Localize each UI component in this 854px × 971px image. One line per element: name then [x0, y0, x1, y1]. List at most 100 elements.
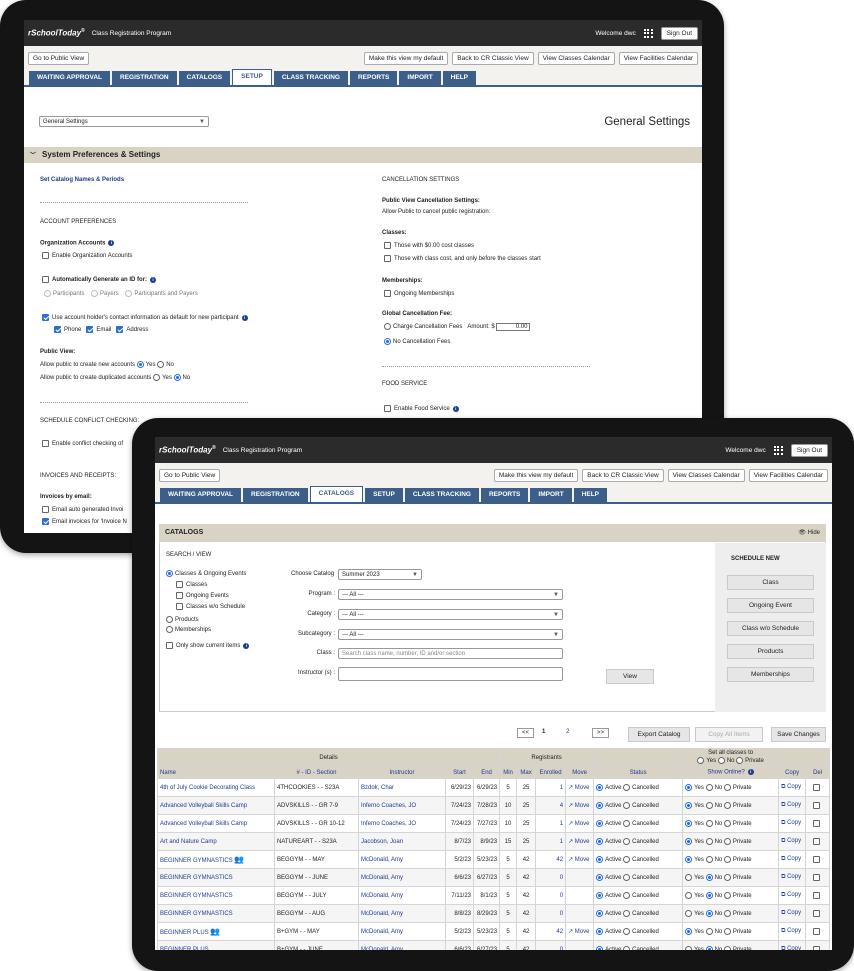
copy-link[interactable]: ⧉ Copy [778, 778, 807, 797]
tab-registration[interactable]: REGISTRATION [112, 71, 177, 85]
move-cell[interactable]: ↗ Move [565, 922, 595, 941]
classes-calendar-button[interactable]: View Classes Calendar [667, 468, 745, 482]
move-cell[interactable]: ↗ Move [565, 796, 595, 815]
status-radios[interactable]: Active Cancelled [593, 868, 684, 887]
delete-checkbox[interactable] [805, 832, 831, 851]
instructor-link[interactable]: Jacobson, Joan [358, 832, 446, 851]
auto-id-options[interactable]: Participants Payers Participants and Pay… [44, 290, 198, 297]
col-name[interactable]: Name [157, 766, 275, 779]
facilities-calendar-button[interactable]: View Facilities Calendar [618, 51, 698, 65]
show-online-radios[interactable]: Yes No Private [682, 940, 780, 950]
tab-help[interactable]: HELP [573, 488, 608, 502]
use-contact-checkbox[interactable]: Use account holder's contact information… [42, 314, 248, 321]
delete-checkbox[interactable] [805, 922, 831, 941]
set-all-header[interactable]: Set all classes to Yes No Private [682, 748, 780, 767]
show-online-radios[interactable]: Yes No Private [682, 868, 780, 887]
info-icon[interactable]: i [243, 642, 250, 649]
move-link[interactable]: Move [575, 839, 590, 845]
move-cell[interactable]: ↗ Move [565, 832, 595, 851]
col-start[interactable]: Start [445, 766, 474, 779]
auto-id-checkbox[interactable]: Automatically Generate an ID for: i [42, 276, 157, 283]
class-name-link[interactable]: BEGINNER GYMNASTICS [157, 886, 275, 905]
status-radios[interactable]: Active Cancelled [593, 778, 684, 797]
tab-help[interactable]: HELP [442, 71, 477, 85]
copy-link[interactable]: ⧉ Copy [778, 796, 807, 815]
allow-new-accounts[interactable]: Allow public to create new accounts Yes … [40, 361, 174, 368]
enrolled-link[interactable]: 1 [535, 814, 567, 833]
charge-fee-radio[interactable]: Charge Cancellation Fees Amount: $ 0.00 [384, 323, 531, 332]
tab-reports[interactable]: REPORTS [480, 488, 529, 502]
allow-dup-accounts[interactable]: Allow public to create duplicated accoun… [40, 374, 190, 381]
system-prefs-header[interactable]: ﹀ System Preferences & Settings [24, 147, 702, 163]
apps-grid-icon[interactable] [773, 445, 783, 455]
sign-out-button[interactable]: Sign Out [790, 443, 828, 457]
class-name-link[interactable]: BEGINNER GYMNASTICS [157, 904, 275, 923]
instructor-link[interactable]: McDonald, Amy [358, 868, 446, 887]
status-radios[interactable]: Active Cancelled [593, 922, 684, 941]
move-cell[interactable] [565, 940, 595, 950]
move-cell[interactable] [565, 886, 595, 905]
copy-link[interactable]: ⧉ Copy [778, 868, 807, 887]
class-search-input[interactable]: Search class name, number, ID and/or sec… [338, 648, 563, 659]
info-icon[interactable]: i [150, 276, 157, 283]
status-radios[interactable]: Active Cancelled [593, 886, 684, 905]
copy-link[interactable]: ⧉ Copy [778, 850, 807, 869]
copy-link[interactable]: ⧉ Copy [778, 904, 807, 923]
col-enrolled[interactable]: Enrolled [535, 766, 567, 779]
export-catalog-button[interactable]: Export Catalog [628, 727, 690, 742]
delete-checkbox[interactable] [805, 814, 831, 833]
class-name-link[interactable]: Advanced Volleyball Skills Camp [157, 814, 275, 833]
save-changes-button[interactable]: Save Changes [771, 727, 826, 742]
info-icon[interactable]: i [108, 240, 115, 246]
move-cell[interactable] [565, 868, 595, 887]
status-radios[interactable]: Active Cancelled [593, 850, 684, 869]
info-icon[interactable]: i [747, 769, 754, 776]
enrolled-link[interactable]: 42 [535, 922, 567, 941]
sign-out-button[interactable]: Sign Out [660, 26, 698, 40]
enrolled-link[interactable]: 1 [535, 832, 567, 851]
status-radios[interactable]: Active Cancelled [593, 796, 684, 815]
instructor-link[interactable]: McDonald, Amy [358, 940, 446, 950]
amount-input[interactable]: 0.00 [496, 323, 531, 332]
info-icon[interactable]: i [452, 405, 459, 412]
public-view-button[interactable]: Go to Public View [28, 51, 90, 65]
move-cell[interactable]: ↗ Move [565, 814, 595, 833]
class-name-link[interactable]: 4th of July Cookie Decorating Class [157, 778, 275, 797]
settings-dropdown[interactable]: General Settings ▼ [39, 116, 209, 127]
email-auto-checkbox[interactable]: Email auto generated Invoi [42, 506, 123, 513]
show-online-radios[interactable]: Yes No Private [682, 796, 780, 815]
show-online-radios[interactable]: Yes No Private [682, 922, 780, 941]
tab-reports[interactable]: REPORTS [349, 71, 398, 85]
move-cell[interactable]: ↗ Move [565, 850, 595, 869]
info-icon[interactable]: i [241, 314, 248, 321]
cost-only-checkbox[interactable]: Those with class cost, and only before t… [384, 255, 541, 262]
instructor-link[interactable]: Inferno Coaches, JO [358, 814, 446, 833]
contact-options[interactable]: Phone Email Address [54, 326, 148, 333]
class-name-link[interactable]: BEGINNER GYMNASTICS [157, 868, 275, 887]
instructor-link[interactable]: McDonald, Amy [358, 922, 446, 941]
delete-checkbox[interactable] [805, 886, 831, 905]
col-min[interactable]: Min [499, 766, 518, 779]
products-radio[interactable]: Products [166, 616, 199, 623]
move-link[interactable]: Move [575, 821, 590, 827]
back-classic-button[interactable]: Back to CR Classic View [582, 468, 664, 482]
class-name-link[interactable]: Advanced Volleyball Skills Camp [157, 796, 275, 815]
catalog-select[interactable]: Summer 2023 ▼ [338, 569, 422, 580]
make-default-button[interactable]: Make this view my default [493, 468, 579, 482]
move-link[interactable]: Move [575, 785, 590, 791]
delete-checkbox[interactable] [805, 850, 831, 869]
tab-import[interactable]: IMPORT [399, 71, 441, 85]
subcategory-select[interactable]: --- All --- ▼ [338, 629, 563, 640]
ongoing-memberships-checkbox[interactable]: Ongoing Memberships [384, 290, 454, 297]
new-membership-button[interactable]: Memberships [727, 667, 814, 682]
move-link[interactable]: Move [575, 929, 590, 935]
pager-prev[interactable]: << [517, 728, 535, 738]
pager-page-2[interactable]: 2 [566, 729, 569, 735]
move-link[interactable]: Move [575, 803, 590, 809]
enrolled-link[interactable]: 0 [535, 904, 567, 923]
delete-checkbox[interactable] [805, 940, 831, 950]
class-name-link[interactable]: Art and Nature Camp [157, 832, 275, 851]
category-select[interactable]: --- All --- ▼ [338, 609, 563, 620]
enrolled-link[interactable]: 42 [535, 850, 567, 869]
instructor-input[interactable] [338, 667, 563, 681]
